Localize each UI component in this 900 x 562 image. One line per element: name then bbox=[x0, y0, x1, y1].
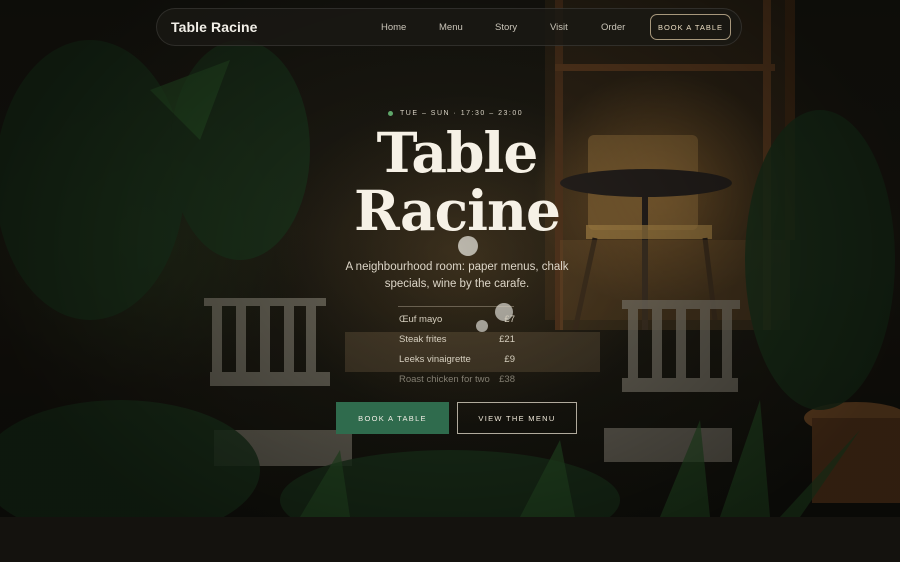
book-table-button[interactable]: BOOK A TABLE bbox=[336, 402, 449, 434]
opening-hours: TUE – SUN · 17:30 – 23:00 bbox=[388, 108, 523, 118]
footer-band bbox=[0, 517, 900, 562]
menu-preview-item: Steak frites £21 bbox=[399, 334, 515, 348]
menu-divider bbox=[398, 306, 514, 307]
view-menu-button[interactable]: VIEW THE MENU bbox=[457, 402, 577, 434]
hero-title-line-2: Racine bbox=[354, 178, 561, 243]
top-navigation-bar: Table Racine Home Menu Story Visit Order… bbox=[156, 8, 742, 46]
menu-item-price: £21 bbox=[499, 334, 515, 345]
menu-item-name: Roast chicken for two bbox=[399, 374, 490, 385]
hero-title: Table Racine bbox=[320, 124, 594, 240]
nav-link-home[interactable]: Home bbox=[381, 22, 406, 33]
nav-link-visit[interactable]: Visit bbox=[550, 22, 568, 33]
menu-item-name: Œuf mayo bbox=[399, 314, 443, 325]
menu-item-name: Leeks vinaigrette bbox=[399, 354, 471, 365]
hero-title-line-1: Table bbox=[376, 120, 539, 185]
nav-book-table-button[interactable]: BOOK A TABLE bbox=[650, 14, 731, 40]
menu-item-price: £38 bbox=[499, 374, 515, 385]
nav-link-story[interactable]: Story bbox=[495, 22, 517, 33]
menu-preview-item: Leeks vinaigrette £9 bbox=[399, 354, 515, 368]
hero-tagline: A neighbourhood room: paper menus, chalk… bbox=[345, 261, 569, 290]
open-status-dot-icon bbox=[388, 110, 393, 116]
menu-item-price: £7 bbox=[504, 314, 515, 325]
opening-hours-text: TUE – SUN · 17:30 – 23:00 bbox=[400, 109, 524, 117]
menu-preview-item: Roast chicken for two £38 bbox=[399, 374, 515, 388]
nav-link-order[interactable]: Order bbox=[601, 22, 625, 33]
brand-logo-text[interactable]: Table Racine bbox=[171, 19, 258, 35]
menu-item-price: £9 bbox=[504, 354, 515, 365]
nav-link-menu[interactable]: Menu bbox=[439, 22, 463, 33]
menu-preview-item: Œuf mayo £7 bbox=[399, 314, 515, 328]
menu-item-name: Steak frites bbox=[399, 334, 447, 345]
